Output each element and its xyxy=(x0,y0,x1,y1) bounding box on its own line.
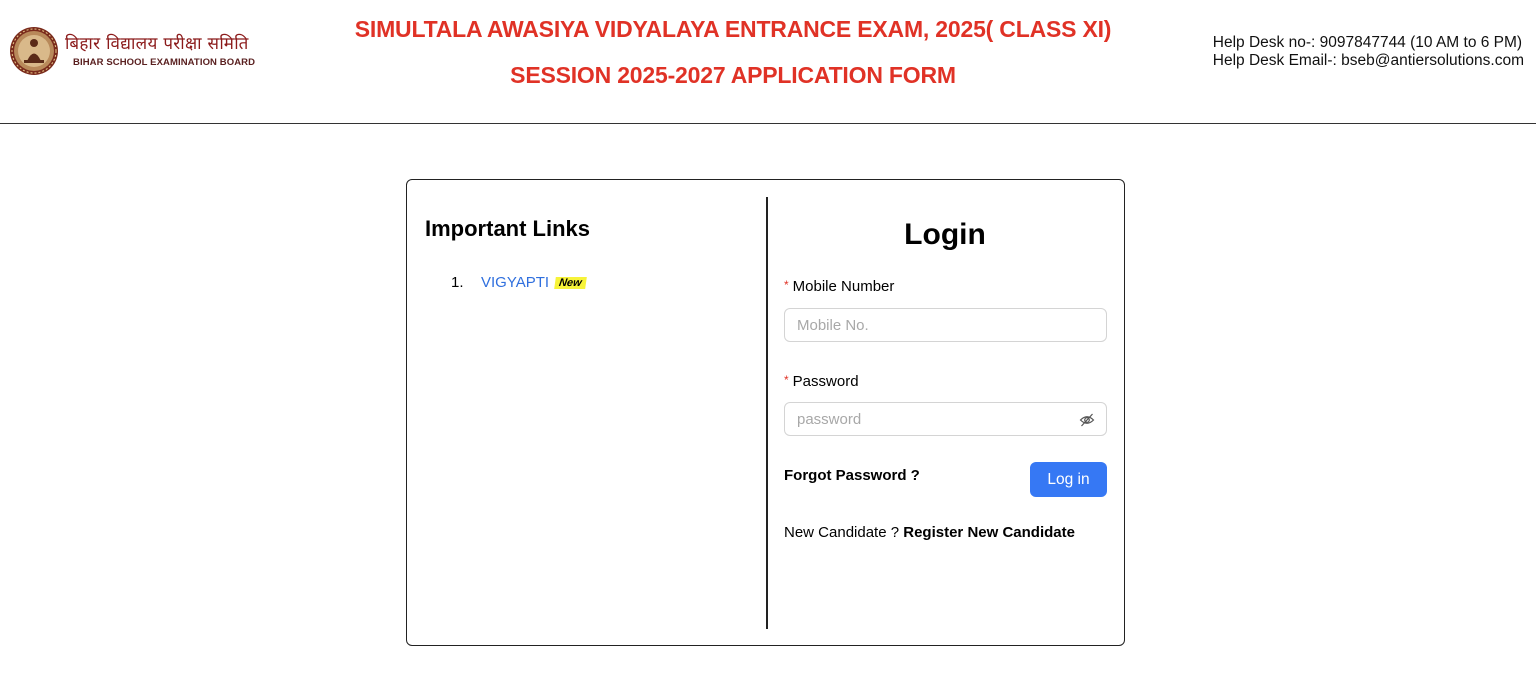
important-links-heading: Important Links xyxy=(425,216,591,241)
page-header: बिहार विद्यालय परीक्षा समिति BIHAR SCHOO… xyxy=(0,0,1536,124)
required-marker: * xyxy=(784,278,789,292)
mobile-number-label: * Mobile Number xyxy=(784,278,894,295)
panel-divider xyxy=(766,197,768,629)
mobile-input-wrapper xyxy=(784,308,1107,342)
vigyapti-link[interactable]: VIGYAPTI xyxy=(481,274,549,291)
new-badge: New xyxy=(554,276,587,289)
list-item: 1. VIGYAPTI New xyxy=(451,274,587,291)
eye-slash-icon[interactable] xyxy=(1079,412,1095,428)
login-button[interactable]: Log in xyxy=(1030,462,1107,497)
helpdesk-email: Help Desk Email-: bseb@antiersolutions.c… xyxy=(1212,52,1524,69)
mobile-label-text: Mobile Number xyxy=(792,278,895,295)
register-new-candidate-link[interactable]: Register New Candidate xyxy=(903,524,1075,541)
helpdesk-phone: Help Desk no-: 9097847744 (10 AM to 6 PM… xyxy=(1212,34,1523,51)
important-links-list: 1. VIGYAPTI New xyxy=(451,274,587,291)
mobile-number-input[interactable] xyxy=(785,309,1106,341)
exam-title: SIMULTALA AWASIYA VIDYALAYA ENTRANCE EXA… xyxy=(354,16,1112,42)
logo-text: बिहार विद्यालय परीक्षा समिति BIHAR SCHOO… xyxy=(65,34,255,68)
login-heading: Login xyxy=(904,218,986,251)
forgot-password-link[interactable]: Forgot Password ? xyxy=(784,467,920,484)
bseb-emblem-icon xyxy=(10,27,58,75)
password-input-wrapper xyxy=(784,402,1107,436)
logo-english-name: BIHAR SCHOOL EXAMINATION BOARD xyxy=(73,57,256,68)
session-title: SESSION 2025-2027 APPLICATION FORM xyxy=(510,62,956,88)
logo-hindi-name: बिहार विद्यालय परीक्षा समिति xyxy=(65,34,249,54)
password-label: * Password xyxy=(784,373,859,390)
board-logo[interactable]: बिहार विद्यालय परीक्षा समिति BIHAR SCHOO… xyxy=(9,26,255,76)
new-candidate-text: New Candidate ? xyxy=(784,524,900,541)
password-label-text: Password xyxy=(792,373,859,390)
password-input[interactable] xyxy=(785,403,1106,435)
list-item-number: 1. xyxy=(451,274,464,291)
new-candidate-row: New Candidate ? Register New Candidate xyxy=(784,524,1075,541)
login-card: Important Links 1. VIGYAPTI New Login * M… xyxy=(406,179,1125,646)
required-marker: * xyxy=(784,373,789,387)
helpdesk-info: Help Desk no-: 9097847744 (10 AM to 6 PM… xyxy=(1213,34,1524,70)
